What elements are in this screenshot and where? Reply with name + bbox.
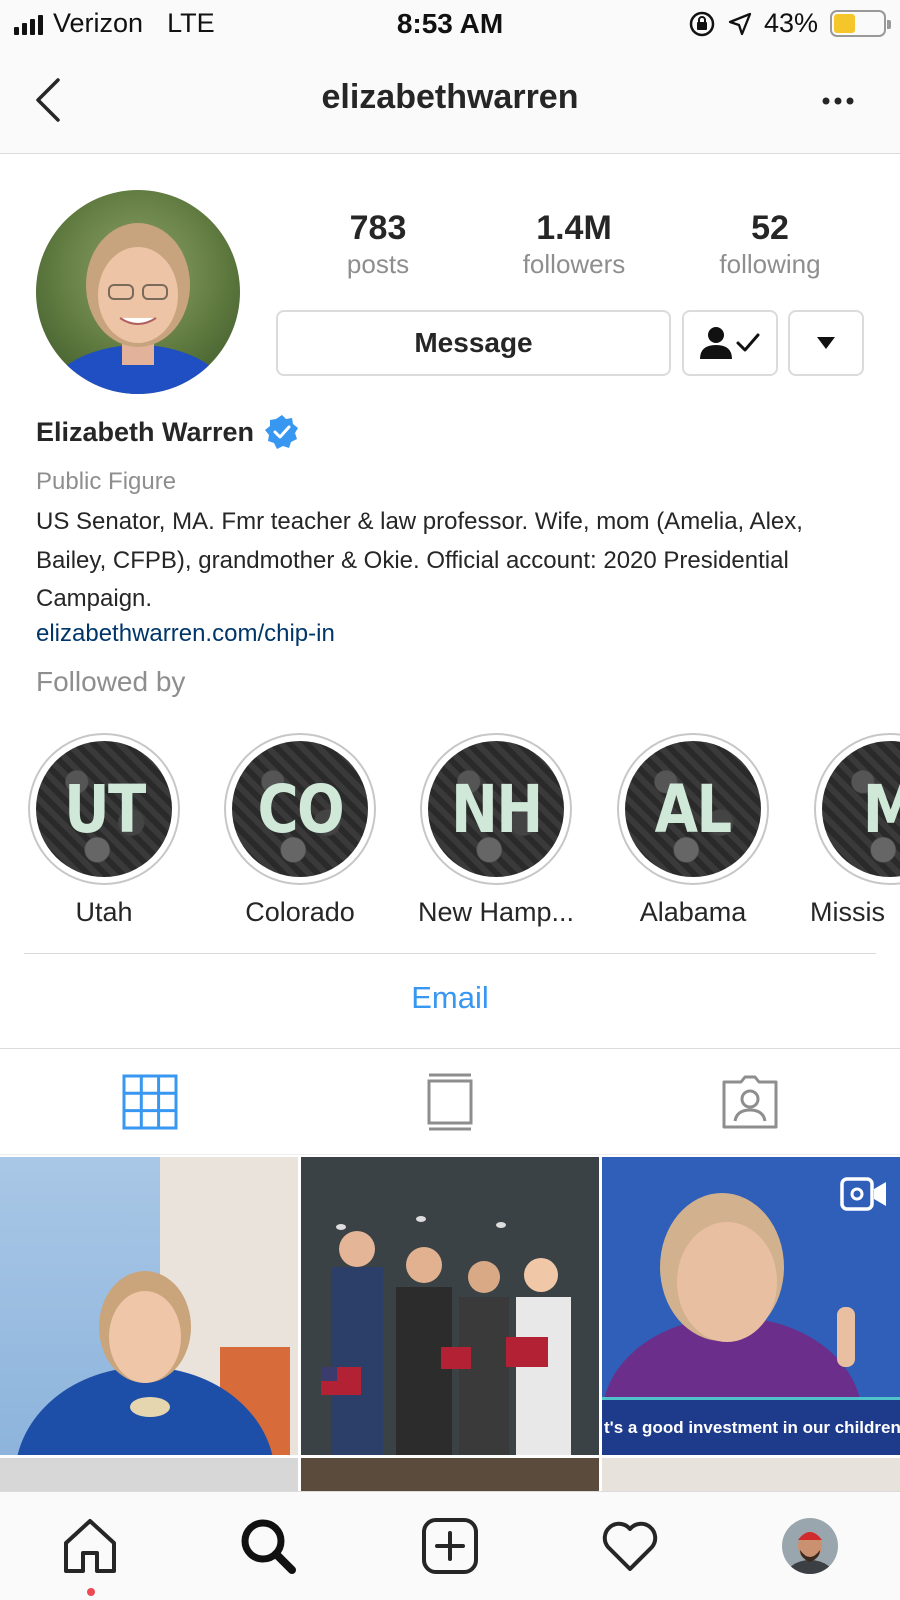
profile-nav-bar: elizabethwarren: [0, 52, 900, 154]
bottom-tab-bar: [0, 1491, 900, 1600]
profile-name: Elizabeth Warren: [36, 416, 255, 447]
highlight-alabama[interactable]: AL Alabama: [613, 733, 773, 928]
followers-count: 1.4M: [536, 209, 612, 247]
more-options-icon[interactable]: [818, 86, 858, 116]
following-count: 52: [751, 209, 789, 247]
user-photo: [782, 1518, 838, 1574]
activity-tab[interactable]: [598, 1514, 662, 1578]
verified-badge-icon: [265, 415, 299, 449]
message-button[interactable]: Message: [276, 310, 671, 376]
orientation-lock-icon: [689, 11, 715, 36]
post-thumbnail[interactable]: t's a good investment in our children.: [602, 1157, 900, 1455]
highlight-ring: CO: [224, 733, 376, 885]
tab-tagged[interactable]: [600, 1049, 900, 1154]
tab-feed[interactable]: [300, 1049, 600, 1154]
highlight-cover: NH: [428, 741, 564, 877]
highlight-new-hampshire[interactable]: NH New Hamp...: [416, 733, 576, 928]
grid-icon: [122, 1074, 178, 1129]
highlight-cover: UT: [36, 741, 172, 877]
following-stat[interactable]: 52 following: [672, 208, 868, 280]
highlight-abbr: UT: [63, 770, 146, 848]
caret-down-icon: [817, 337, 835, 349]
status-bar-left: Verizon LTE: [14, 8, 215, 39]
profile-name-row: Elizabeth Warren: [36, 414, 300, 450]
highlight-ring: AL: [617, 733, 769, 885]
following-button[interactable]: [682, 310, 778, 376]
highlight-label: Utah: [75, 897, 133, 927]
highlight-utah[interactable]: UT Utah: [24, 733, 184, 928]
followers-label: followers: [522, 249, 626, 279]
activity-heart-icon: [602, 1521, 658, 1571]
home-icon: [64, 1519, 116, 1573]
highlight-abbr: AL: [655, 770, 732, 848]
feed-view-icon: [427, 1073, 473, 1130]
post-image: [17, 1157, 298, 1455]
highlight-ring: M: [814, 733, 900, 885]
divider: [24, 953, 876, 954]
status-bar: Verizon LTE 8:53 AM 43%: [0, 0, 900, 52]
new-post-tab[interactable]: [418, 1514, 482, 1578]
battery-icon: [830, 10, 891, 37]
profile-photo: [36, 190, 240, 394]
email-button[interactable]: Email: [0, 980, 900, 1016]
profile-avatar[interactable]: [36, 190, 240, 394]
notification-dot: [87, 1588, 95, 1596]
profile-tab[interactable]: [778, 1514, 842, 1578]
profile-username-title: elizabethwarren: [321, 78, 579, 116]
network-type: LTE: [167, 8, 215, 38]
suggested-dropdown-button[interactable]: [788, 310, 864, 376]
signal-bars-icon: [14, 13, 43, 35]
post-grid: t's a good investment in our children.: [0, 1157, 900, 1497]
profile-avatar-small: [782, 1518, 838, 1574]
highlight-ring: NH: [420, 733, 572, 885]
tagged-photos-icon: [722, 1075, 778, 1128]
highlight-cover: CO: [232, 741, 368, 877]
followers-stat[interactable]: 1.4M followers: [476, 208, 672, 280]
posts-count: 783: [349, 209, 407, 247]
highlight-label: New Hamp...: [417, 897, 575, 927]
status-bar-right: 43%: [688, 8, 891, 39]
profile-stats: 783 posts 1.4M followers 52 following: [280, 208, 870, 280]
profile-bio: US Senator, MA. Fmr teacher & law profes…: [36, 508, 803, 612]
highlight-mississippi[interactable]: M Missis: [810, 733, 900, 928]
highlight-label: Alabama: [639, 897, 747, 927]
following-check-icon: [700, 327, 760, 359]
highlight-ring: UT: [28, 733, 180, 885]
story-highlights: UT Utah CO Colorado NH New Hamp... AL Al…: [0, 733, 900, 933]
post-image: [301, 1157, 599, 1455]
profile-tabs: [0, 1049, 900, 1155]
video-icon: [840, 1177, 886, 1211]
highlight-colorado[interactable]: CO Colorado: [220, 733, 380, 928]
highlight-abbr: NH: [450, 770, 543, 848]
post-thumbnail[interactable]: [301, 1157, 599, 1455]
battery-percent: 43%: [763, 8, 818, 38]
posts-stat[interactable]: 783 posts: [280, 208, 476, 280]
highlight-abbr: M: [863, 771, 900, 848]
highlight-abbr: CO: [257, 770, 344, 848]
followed-by-label[interactable]: Followed by: [36, 666, 185, 698]
search-icon: [241, 1519, 296, 1574]
home-tab[interactable]: [58, 1514, 122, 1578]
video-caption: t's a good investment in our children.: [602, 1397, 900, 1455]
profile-website-link[interactable]: elizabethwarren.com/chip-in: [36, 620, 335, 648]
highlight-label: Missis: [810, 897, 885, 927]
profile-category: Public Figure: [36, 468, 177, 495]
back-chevron-icon[interactable]: [30, 72, 70, 128]
search-tab[interactable]: [236, 1514, 300, 1578]
location-arrow-icon: [728, 12, 752, 35]
highlight-cover: AL: [625, 741, 761, 877]
highlight-label: Colorado: [245, 897, 355, 927]
battery-fill: [834, 14, 855, 33]
posts-label: posts: [346, 249, 410, 279]
tab-grid[interactable]: [0, 1049, 300, 1154]
post-thumbnail[interactable]: [0, 1157, 298, 1455]
highlight-cover: M: [822, 741, 900, 877]
new-post-icon: [422, 1518, 478, 1574]
carrier-name: Verizon: [53, 8, 144, 38]
following-label: following: [719, 249, 821, 279]
